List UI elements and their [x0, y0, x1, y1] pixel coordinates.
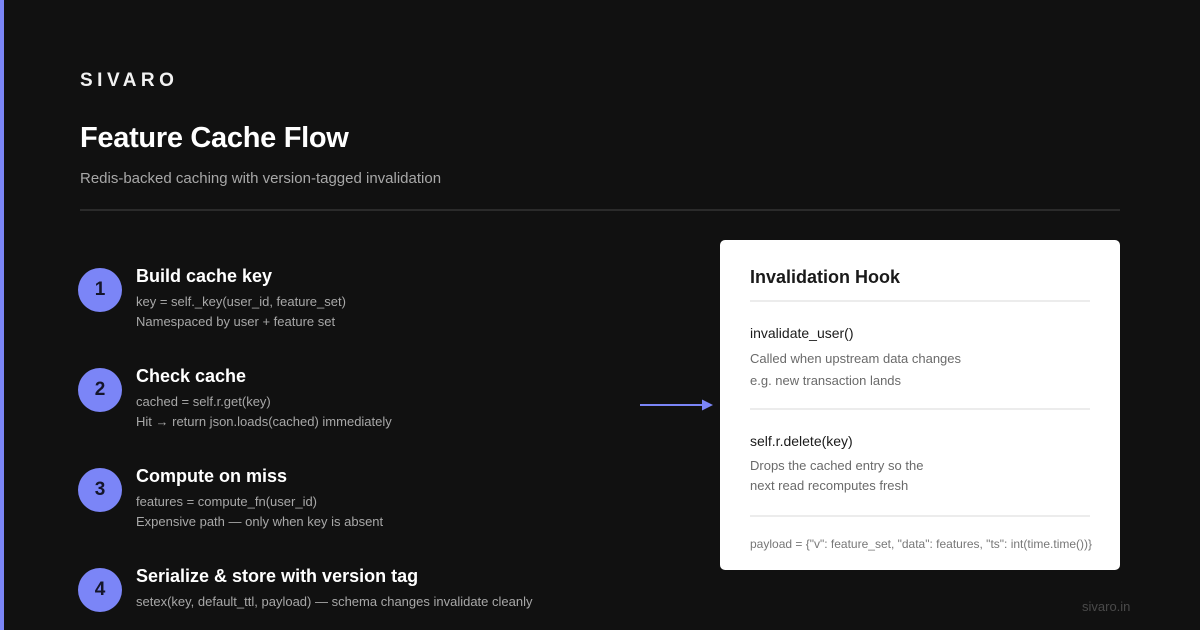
step-code: key = self._key(user_id, feature_set)	[136, 294, 346, 309]
card-section-heading: invalidate_user()	[750, 325, 854, 341]
step-code: setex(key, default_ttl, payload) — schem…	[136, 594, 533, 609]
card-text-line: e.g. new transaction lands	[750, 373, 902, 388]
step-description: Namespaced by user + feature set	[136, 314, 336, 329]
card-text-line: Drops the cached entry so the	[750, 458, 924, 473]
card-title: Invalidation Hook	[750, 267, 901, 287]
card-section-text: Called when upstream data changes e.g. n…	[750, 348, 961, 392]
accent-bar	[0, 0, 4, 630]
page-subtitle: Redis-backed caching with version-tagged…	[80, 170, 442, 187]
step-number-badge: 2	[78, 368, 122, 412]
step-code: cached = self.r.get(key)	[136, 394, 271, 409]
step-title: Serialize & store with version tag	[136, 566, 419, 586]
step-title: Build cache key	[136, 266, 273, 286]
arrow-right-icon	[640, 399, 713, 411]
brand-logo: SIVARO	[80, 70, 179, 91]
card-section-text: Drops the cached entry so the next read …	[750, 456, 923, 496]
invalidation-hook-card: Invalidation Hook invalidate_user() Call…	[720, 240, 1120, 570]
card-section-heading: self.r.delete(key)	[750, 433, 853, 449]
step-description: Expensive path — only when key is absent	[136, 514, 384, 529]
step-title: Check cache	[136, 366, 247, 386]
step-number-badge: 1	[78, 268, 122, 312]
card-payload-code: payload = {"v": feature_set, "data": fea…	[750, 537, 1093, 551]
card-divider	[750, 515, 1090, 517]
card-divider	[750, 300, 1090, 302]
step-description: Hit → return json.loads(cached) immediat…	[136, 414, 392, 429]
step-code: features = compute_fn(user_id)	[136, 494, 318, 509]
card-text-line: Called when upstream data changes	[750, 351, 962, 366]
card-text-line: next read recomputes fresh	[750, 478, 909, 493]
step-title: Compute on miss	[136, 466, 288, 486]
header-divider	[80, 209, 1120, 211]
footer-url: sivaro.in	[1082, 599, 1131, 614]
step-number-badge: 4	[78, 568, 122, 612]
step-number-badge: 3	[78, 468, 122, 512]
card-divider	[750, 408, 1090, 410]
page-title: Feature Cache Flow	[80, 122, 349, 154]
